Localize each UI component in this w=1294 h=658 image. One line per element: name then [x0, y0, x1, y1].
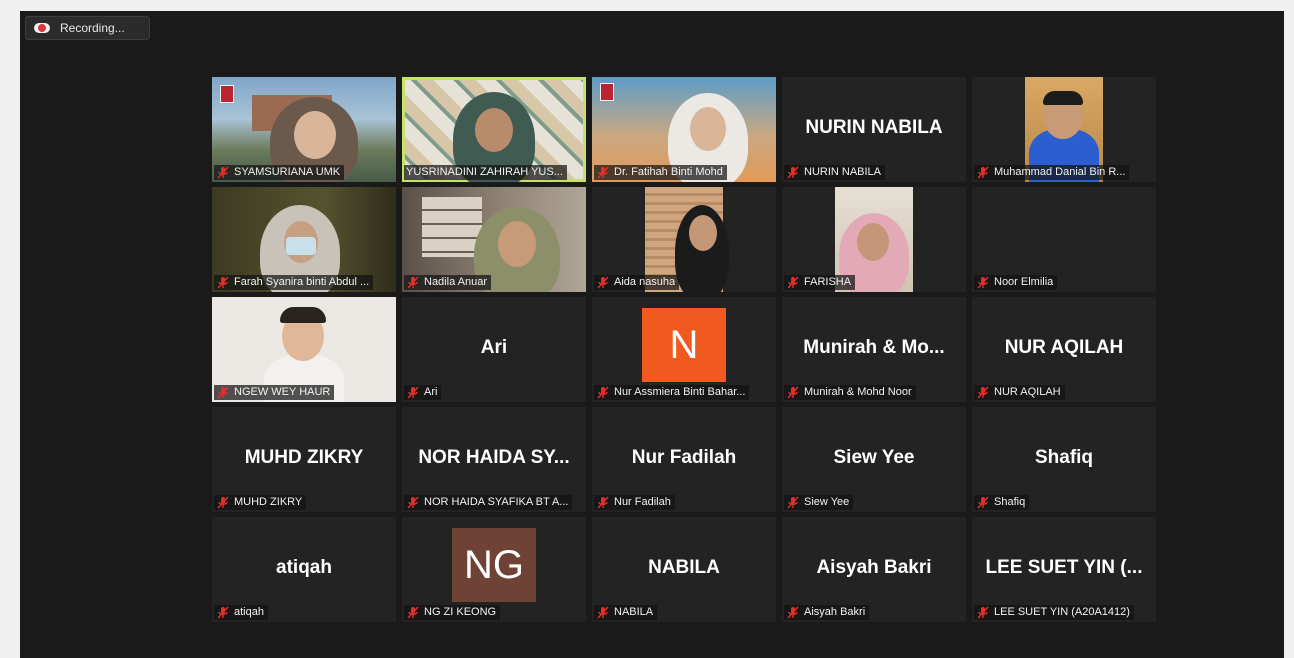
muted-mic-icon: [216, 496, 230, 509]
participant-tile[interactable]: Ari Ari: [402, 297, 586, 402]
participant-display-name: Shafiq: [1034, 446, 1094, 468]
participant-tile[interactable]: Aida nasuha: [592, 187, 776, 292]
muted-mic-icon: [786, 496, 800, 509]
participant-tile[interactable]: FARISHA: [782, 187, 966, 292]
participant-name-tag: Shafiq: [974, 495, 1030, 510]
participant-name-tag: NG ZI KEONG: [404, 605, 501, 620]
participant-display-name: Nur Fadilah: [631, 446, 737, 468]
participant-name-tag: NABILA: [594, 605, 658, 620]
muted-mic-icon: [976, 276, 990, 289]
muted-mic-icon: [976, 166, 990, 179]
recording-icon: [34, 22, 50, 34]
muted-mic-icon: [786, 386, 800, 399]
muted-mic-icon: [786, 276, 800, 289]
participant-name-tag: FARISHA: [784, 275, 856, 290]
muted-mic-icon: [596, 276, 610, 289]
participant-name-tag: Nadila Anuar: [404, 275, 491, 290]
participant-name-tag: LEE SUET YIN (A20A1412): [974, 605, 1134, 620]
participant-name-tag: Aisyah Bakri: [784, 605, 870, 620]
participant-tile[interactable]: Muhammad Danial Bin R...: [972, 77, 1156, 182]
participant-name-tag: MUHD ZIKRY: [214, 495, 307, 510]
participant-display-name: Munirah & Mo...: [803, 336, 945, 358]
participant-name-tag: Farah Syanira binti Abdul ...: [214, 275, 374, 290]
participant-tile[interactable]: Nur Fadilah Nur Fadilah: [592, 407, 776, 512]
participant-display-name: Ari: [480, 336, 508, 358]
participant-display-name: NURIN NABILA: [805, 116, 943, 138]
participant-name-tag: Ari: [404, 385, 442, 400]
muted-mic-icon: [596, 386, 610, 399]
participant-name-tag: atiqah: [214, 605, 268, 620]
participant-name-tag: Munirah & Mohd Noor: [784, 385, 916, 400]
participant-tile[interactable]: NABILA NABILA: [592, 517, 776, 622]
muted-mic-icon: [216, 276, 230, 289]
participant-tile[interactable]: LEE SUET YIN (... LEE SUET YIN (A20A1412…: [972, 517, 1156, 622]
participant-avatar: NG: [452, 528, 536, 602]
participant-tile[interactable]: SYAMSURIANA UMK: [212, 77, 396, 182]
participant-name-tag: Siew Yee: [784, 495, 854, 510]
muted-mic-icon: [406, 276, 420, 289]
muted-mic-icon: [976, 606, 990, 619]
participant-display-name: Siew Yee: [833, 446, 915, 468]
participant-name-tag: Muhammad Danial Bin R...: [974, 165, 1130, 180]
muted-mic-icon: [216, 166, 230, 179]
gallery-view: SYAMSURIANA UMK YUSRINADINI ZAHIRAH YUS.…: [212, 77, 1156, 622]
participant-display-name: Aisyah Bakri: [816, 556, 932, 578]
recording-indicator[interactable]: Recording...: [25, 16, 150, 40]
participant-tile[interactable]: NGEW WEY HAUR: [212, 297, 396, 402]
participant-tile[interactable]: NOR HAIDA SY... NOR HAIDA SYAFIKA BT A..…: [402, 407, 586, 512]
muted-mic-icon: [596, 496, 610, 509]
participant-tile[interactable]: atiqah atiqah: [212, 517, 396, 622]
muted-mic-icon: [976, 496, 990, 509]
participant-avatar: N: [642, 308, 726, 382]
muted-mic-icon: [406, 496, 420, 509]
participant-tile[interactable]: MUHD ZIKRY MUHD ZIKRY: [212, 407, 396, 512]
muted-mic-icon: [596, 166, 610, 179]
muted-mic-icon: [596, 606, 610, 619]
participant-tile[interactable]: NURIN NABILA NURIN NABILA: [782, 77, 966, 182]
participant-name-tag: Nur Assmiera Binti Bahar...: [594, 385, 750, 400]
participant-tile[interactable]: Munirah & Mo... Munirah & Mohd Noor: [782, 297, 966, 402]
participant-display-name: LEE SUET YIN (...: [985, 556, 1143, 578]
participant-display-name: NOR HAIDA SY...: [418, 446, 570, 468]
muted-mic-icon: [786, 166, 800, 179]
participant-name-tag: NUR AQILAH: [974, 385, 1065, 400]
participant-tile[interactable]: Aisyah Bakri Aisyah Bakri: [782, 517, 966, 622]
participant-tile[interactable]: Farah Syanira binti Abdul ...: [212, 187, 396, 292]
muted-mic-icon: [976, 386, 990, 399]
muted-mic-icon: [216, 606, 230, 619]
participant-name-tag: YUSRINADINI ZAHIRAH YUS...: [404, 165, 567, 180]
shelf-background: [422, 197, 482, 257]
muted-mic-icon: [406, 386, 420, 399]
participant-tile-active-speaker[interactable]: YUSRINADINI ZAHIRAH YUS...: [402, 77, 586, 182]
participant-name-tag: Noor Elmilia: [974, 275, 1058, 290]
university-logo: [600, 83, 614, 101]
participant-tile[interactable]: Nadila Anuar: [402, 187, 586, 292]
participant-display-name: NUR AQILAH: [1004, 336, 1124, 358]
participant-name-tag: Nur Fadilah: [594, 495, 675, 510]
participant-name-tag: NGEW WEY HAUR: [214, 385, 335, 400]
participant-tile[interactable]: Noor Elmilia: [972, 187, 1156, 292]
participant-display-name: NABILA: [648, 556, 720, 578]
recording-label: Recording...: [60, 21, 125, 35]
muted-mic-icon: [786, 606, 800, 619]
participant-tile[interactable]: NG NG ZI KEONG: [402, 517, 586, 622]
muted-mic-icon: [216, 386, 230, 399]
participant-name-tag: Aida nasuha: [594, 275, 680, 290]
participant-name-tag: NURIN NABILA: [784, 165, 886, 180]
meeting-window: Recording... SYAMSURIANA UMK YUSRINADINI…: [20, 11, 1284, 658]
participant-name-tag: NOR HAIDA SYAFIKA BT A...: [404, 495, 573, 510]
participant-tile[interactable]: NUR AQILAH NUR AQILAH: [972, 297, 1156, 402]
participant-tile[interactable]: Dr. Fatihah Binti Mohd: [592, 77, 776, 182]
participant-display-name: atiqah: [276, 556, 332, 578]
participant-name-tag: SYAMSURIANA UMK: [214, 165, 345, 180]
participant-tile[interactable]: N Nur Assmiera Binti Bahar...: [592, 297, 776, 402]
muted-mic-icon: [406, 606, 420, 619]
participant-name-tag: Dr. Fatihah Binti Mohd: [594, 165, 727, 180]
participant-tile[interactable]: Shafiq Shafiq: [972, 407, 1156, 512]
university-logo: [220, 85, 234, 103]
participant-display-name: MUHD ZIKRY: [244, 446, 364, 468]
face-mask: [286, 237, 316, 255]
participant-tile[interactable]: Siew Yee Siew Yee: [782, 407, 966, 512]
